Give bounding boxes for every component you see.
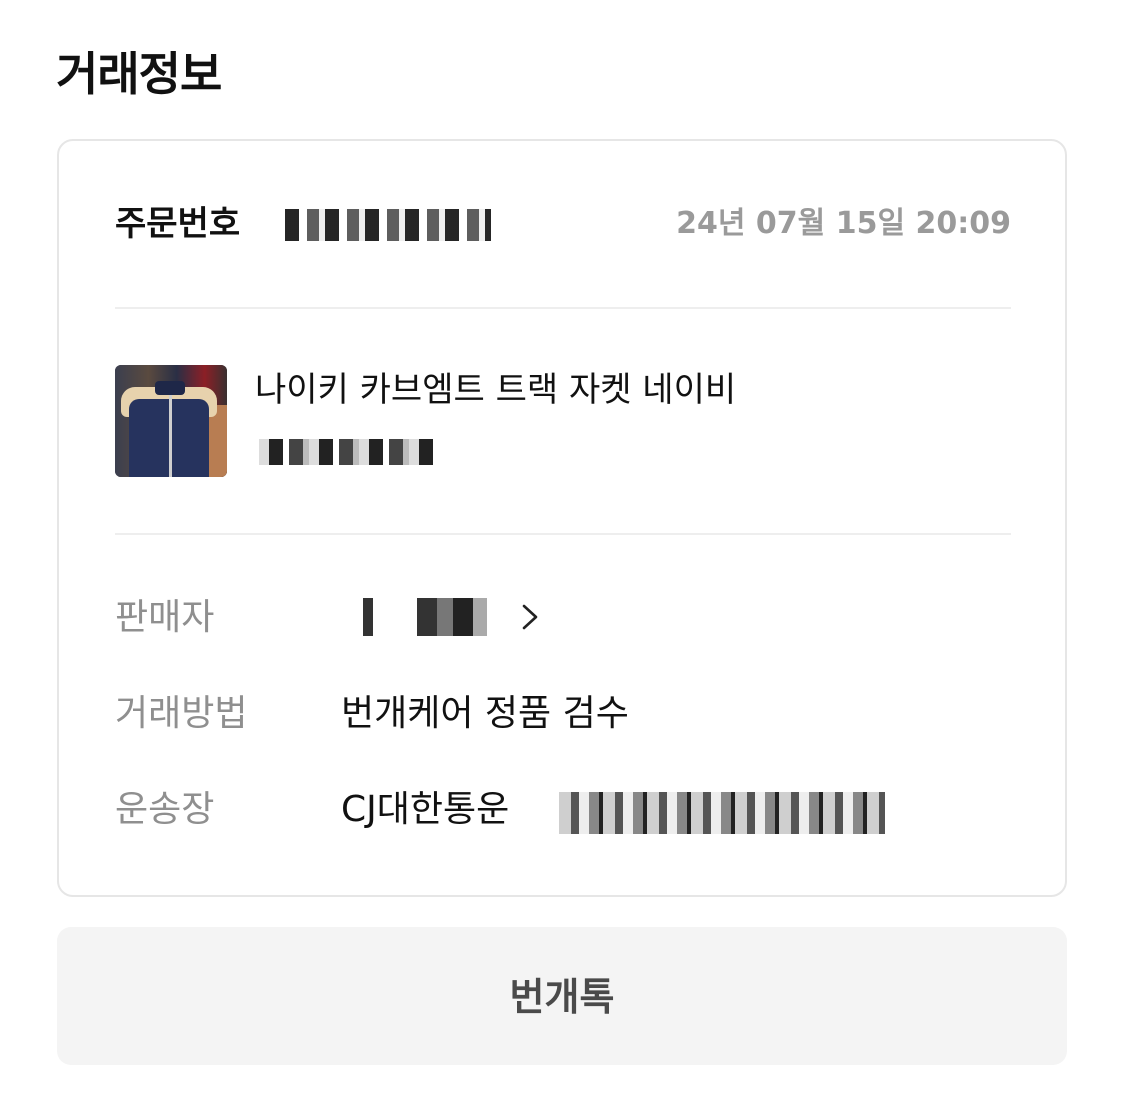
carrier-name: CJ대한통운 — [341, 789, 510, 830]
seller-label: 판매자 — [115, 597, 215, 638]
waybill-label: 운송장 — [115, 789, 215, 830]
product-name[interactable]: 나이키 카브엠트 트랙 자켓 네이비 — [255, 365, 736, 415]
section-title: 거래정보 — [56, 47, 222, 101]
trade-method-value: 번개케어 정품 검수 — [341, 693, 629, 734]
order-date: 24년 07월 15일 20:09 — [676, 206, 1011, 241]
transaction-card: 주문번호 24년 07월 15일 20:09 나이키 카브엠트 트랙 자켓 네이… — [57, 139, 1067, 897]
chevron-right-icon[interactable] — [517, 604, 543, 630]
product-item[interactable]: 나이키 카브엠트 트랙 자켓 네이비 — [115, 365, 1011, 479]
bunjang-talk-button[interactable]: 번개톡 — [57, 927, 1067, 1065]
product-price-redacted — [259, 439, 437, 465]
order-number-label: 주문번호 — [115, 204, 241, 244]
waybill-number-redacted[interactable] — [559, 792, 885, 834]
order-row: 주문번호 24년 07월 15일 20:09 — [115, 199, 1011, 249]
trade-method-row: 거래방법 번개케어 정품 검수 — [115, 686, 1011, 742]
waybill-row: 운송장 CJ대한통운 — [115, 782, 1011, 838]
trade-method-label: 거래방법 — [115, 693, 248, 734]
product-thumbnail[interactable] — [115, 365, 227, 477]
order-number-redacted — [285, 209, 491, 241]
seller-name-redacted[interactable] — [363, 598, 495, 636]
seller-row[interactable]: 판매자 — [115, 590, 1011, 646]
divider — [115, 307, 1011, 309]
divider — [115, 533, 1011, 535]
